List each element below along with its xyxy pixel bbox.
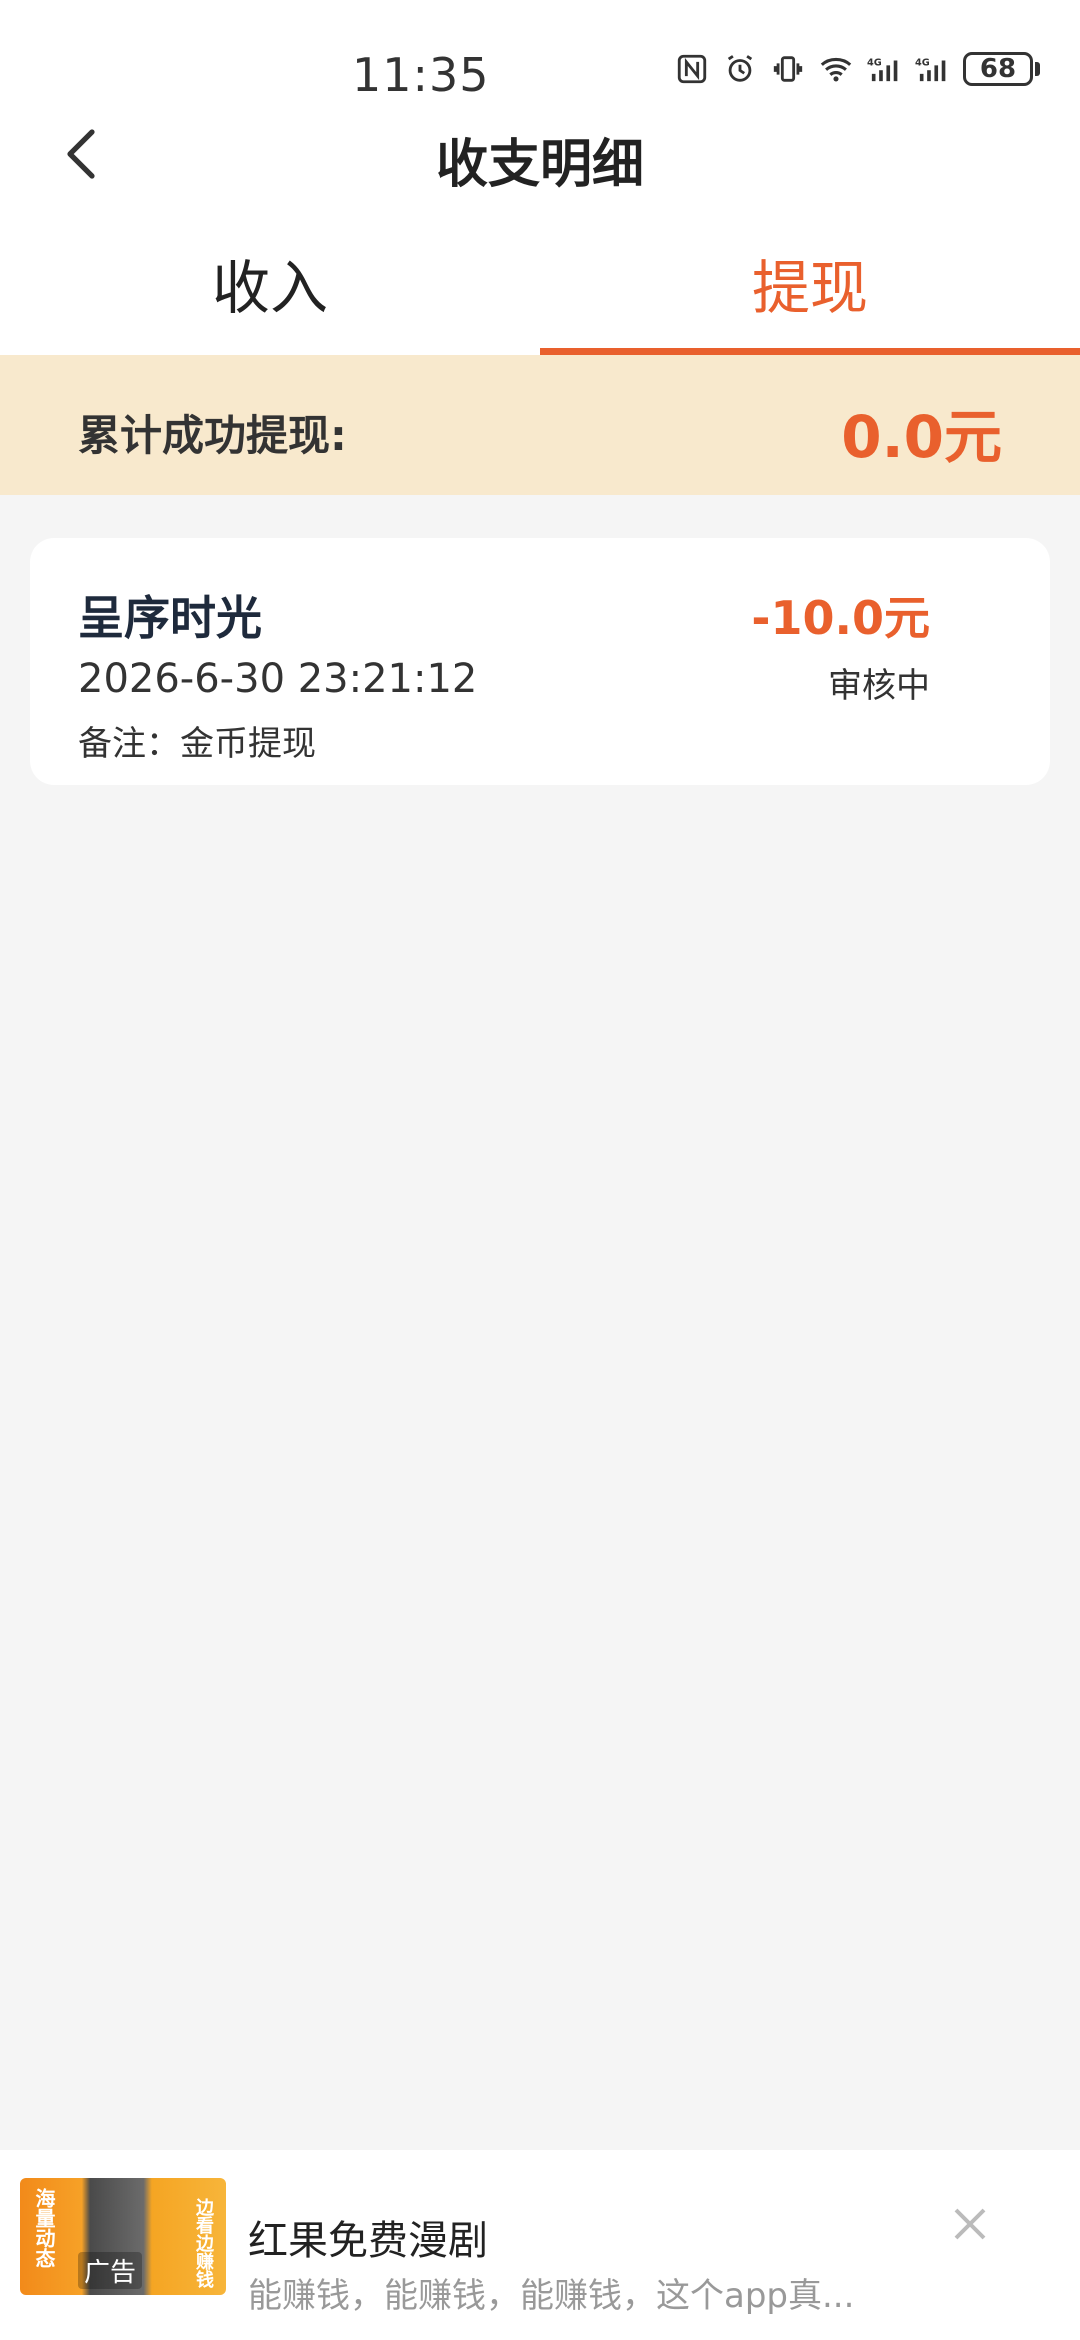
record-title: 呈序时光 [78, 591, 262, 645]
wifi-icon [820, 57, 852, 82]
close-icon[interactable] [950, 2204, 990, 2244]
tab-bar: 收入 提现 [0, 210, 1080, 355]
ad-thumbnail[interactable]: 海量动态 边看边赚钱 广告 [20, 2178, 226, 2295]
record-amount: -10.0元 [751, 591, 930, 645]
ad-thumb-left-text: 海量动态 [32, 2188, 56, 2268]
ad-tag: 广告 [78, 2252, 143, 2289]
record-note: 备注：金币提现 [78, 724, 316, 764]
page-title: 收支明细 [435, 135, 644, 195]
ad-thumb-right-text: 边看边赚钱 [193, 2198, 214, 2288]
header: 收支明细 [0, 100, 1080, 210]
summary-label: 累计成功提现: [78, 411, 347, 460]
ad-description[interactable]: 能赚钱，能赚钱，能赚钱，这个app真... [248, 2268, 898, 2317]
list-item[interactable]: 呈序时光 2026-6-30 23:21:12 备注：金币提现 -10.0元 审… [30, 538, 1050, 785]
svg-text:4G: 4G [915, 57, 930, 68]
withdraw-summary: 累计成功提现: 0.0元 [0, 355, 1080, 495]
signal-4g-icon: 4G [867, 57, 898, 82]
svg-text:4G: 4G [867, 57, 882, 68]
vibrate-icon [773, 56, 803, 82]
status-icons: 4G 4G 68 [675, 52, 1040, 86]
battery-level: 68 [963, 52, 1033, 86]
record-time: 2026-6-30 23:21:12 [78, 656, 478, 702]
alarm-icon [727, 55, 753, 82]
status-time: 11:35 [352, 48, 490, 102]
record-status: 审核中 [828, 666, 930, 706]
nfc-icon [677, 54, 707, 84]
tab-income[interactable]: 收入 [0, 210, 540, 355]
battery-tip [1035, 62, 1040, 76]
signal-4g-icon: 4G [915, 57, 946, 82]
battery-icon: 68 [963, 52, 1040, 86]
ad-banner[interactable]: 海量动态 边看边赚钱 广告 红果免费漫剧 能赚钱，能赚钱，能赚钱，这个app真.… [0, 2150, 1080, 2340]
ad-title[interactable]: 红果免费漫剧 [248, 2208, 488, 2266]
summary-value: 0.0元 [841, 403, 1002, 471]
tab-withdraw[interactable]: 提现 [540, 210, 1080, 355]
